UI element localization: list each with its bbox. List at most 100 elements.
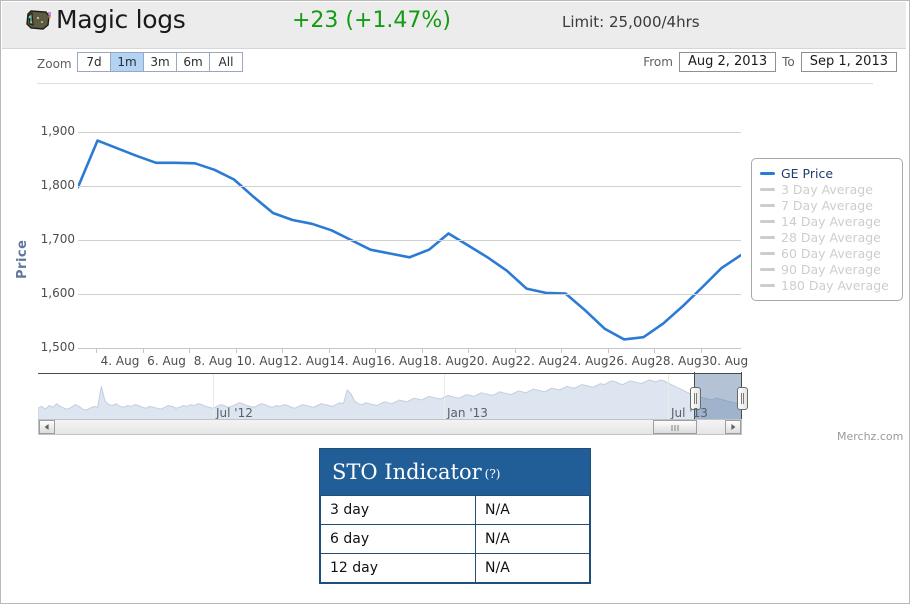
x-axis-tick-line (328, 348, 330, 353)
legend-item-6[interactable]: 90 Day Average (760, 261, 894, 277)
navigator-gridline (213, 374, 214, 422)
sto-period: 3 day (320, 495, 476, 525)
zoom-button-3m[interactable]: 3m (143, 52, 176, 72)
navigator-gridline (668, 374, 669, 422)
y-axis-tick: 1,500 (40, 340, 75, 354)
to-label: To (782, 55, 795, 69)
gridline (78, 240, 741, 241)
navigator-label: Jul '13 (671, 406, 708, 420)
y-axis-tick: 1,800 (40, 178, 75, 192)
zoom-button-1m[interactable]: 1m (110, 52, 143, 72)
y-axis-tick: 1,700 (40, 232, 75, 246)
sto-value: N/A (475, 553, 590, 583)
y-axis-title: Price (15, 239, 30, 279)
legend-swatch (760, 235, 775, 239)
x-axis-tick-line (282, 348, 284, 353)
y-axis-tick: 1,900 (40, 124, 75, 138)
gridline (78, 186, 741, 187)
x-axis-tick-label: 12. Aug (282, 354, 330, 368)
item-title-group: Magic logs (24, 5, 186, 35)
x-axis-tick-line (561, 348, 563, 353)
x-axis-tick-line (701, 348, 702, 353)
sto-row: 6 day N/A (320, 524, 590, 554)
x-axis-tick-line (142, 348, 144, 353)
scrollbar-thumb[interactable] (653, 420, 698, 434)
sto-period: 6 day (320, 524, 476, 554)
legend-swatch (760, 251, 775, 255)
legend-item-5[interactable]: 60 Day Average (760, 245, 894, 261)
sto-help-icon[interactable]: (?) (485, 467, 501, 481)
x-axis-tick-label: 18. Aug (422, 354, 469, 368)
legend-swatch (760, 267, 775, 271)
toolbar-divider (37, 83, 873, 84)
x-axis-tick-label: 20. Aug (469, 354, 516, 368)
sto-table: 3 day N/A 6 day N/A 12 day N/A (319, 495, 591, 584)
legend-item-0[interactable]: GE Price (760, 165, 894, 181)
x-axis-tick-label: 26. Aug (608, 354, 656, 368)
sto-value: N/A (475, 524, 590, 554)
price-line-series (78, 139, 741, 341)
legend-swatch (760, 283, 775, 287)
navigator-gridline (444, 374, 445, 422)
legend-swatch (760, 171, 775, 175)
legend-label: 28 Day Average (781, 229, 881, 245)
sto-period: 12 day (320, 553, 476, 583)
legend-swatch (760, 219, 775, 223)
legend-item-3[interactable]: 14 Day Average (760, 213, 894, 229)
scroll-left-arrow-icon[interactable] (39, 420, 55, 434)
legend-item-1[interactable]: 3 Day Average (760, 181, 894, 197)
sto-value: N/A (475, 495, 590, 525)
navigator-series (38, 379, 742, 423)
zoom-button-all[interactable]: All (209, 52, 243, 72)
zoom-button-group[interactable]: 7d 1m 3m 6m All (77, 52, 243, 72)
scroll-right-arrow-icon[interactable] (725, 420, 741, 434)
x-axis-tick-label: 4. Aug (100, 354, 140, 368)
legend-label: 14 Day Average (781, 213, 881, 229)
buy-limit: Limit: 25,000/4hrs (562, 13, 700, 31)
watermark: Merchz.com (837, 430, 904, 443)
navigator-label: Jul '12 (216, 406, 253, 420)
x-axis-tick-label: 8. Aug (193, 354, 233, 368)
x-axis-tick-label: 22. Aug (515, 354, 563, 368)
legend-label: 3 Day Average (781, 181, 873, 197)
plot-area[interactable]: 1,500 1,600 1,700 1,800 1,900 (41, 89, 741, 354)
legend-item-7[interactable]: 180 Day Average (760, 277, 894, 293)
x-axis-tick-label: 14. Aug (329, 354, 376, 368)
sto-title: STO Indicator (332, 460, 482, 484)
from-label: From (643, 55, 673, 69)
legend-item-4[interactable]: 28 Day Average (760, 229, 894, 245)
legend-label: 7 Day Average (781, 197, 873, 213)
gridline (78, 294, 741, 295)
sto-row: 12 day N/A (320, 553, 590, 583)
price-change: +23 (+1.47%) (292, 8, 451, 33)
to-date-input[interactable]: Sep 1, 2013 (800, 52, 897, 72)
from-date-input[interactable]: Aug 2, 2013 (678, 52, 777, 72)
item-name: Magic logs (56, 5, 186, 34)
zoom-button-6m[interactable]: 6m (176, 52, 209, 72)
legend-item-2[interactable]: 7 Day Average (760, 197, 894, 213)
zoom-button-7d[interactable]: 7d (77, 52, 110, 72)
chart-navigator[interactable]: Jul '12 Jan '13 Jul '13 (38, 372, 748, 423)
x-axis-tick-line (421, 348, 423, 353)
x-axis-tick-line (375, 348, 377, 353)
x-axis-tick-label: 10. Aug (236, 354, 283, 368)
item-header-bar: Magic logs +23 (+1.47%) Limit: 25,000/4h… (2, 2, 906, 49)
navigator-handle-right[interactable] (737, 387, 748, 410)
x-axis-tick-line (654, 348, 656, 353)
x-axis-tick-line (189, 348, 191, 353)
x-axis-tick-label: 24. Aug (562, 354, 609, 368)
x-axis-tick-line (96, 348, 97, 353)
x-axis-tick-label: 6. Aug (147, 354, 186, 368)
magic-logs-icon (24, 5, 54, 35)
chart-legend[interactable]: GE Price 3 Day Average 7 Day Average 14 Day… (751, 158, 903, 301)
navigator-label: Jan '13 (447, 406, 488, 420)
legend-swatch (760, 187, 775, 191)
x-axis-tick-line (235, 348, 237, 353)
legend-label: 180 Day Average (781, 277, 889, 293)
page-frame: Magic logs +23 (+1.47%) Limit: 25,000/4h… (0, 0, 910, 604)
sto-row: 3 day N/A (320, 495, 590, 525)
x-axis-tick-line (607, 348, 609, 353)
x-axis-tick-label: 28. Aug (655, 354, 702, 368)
date-range-group: From Aug 2, 2013 To Sep 1, 2013 (637, 52, 897, 72)
chart-scrollbar[interactable] (38, 419, 742, 435)
